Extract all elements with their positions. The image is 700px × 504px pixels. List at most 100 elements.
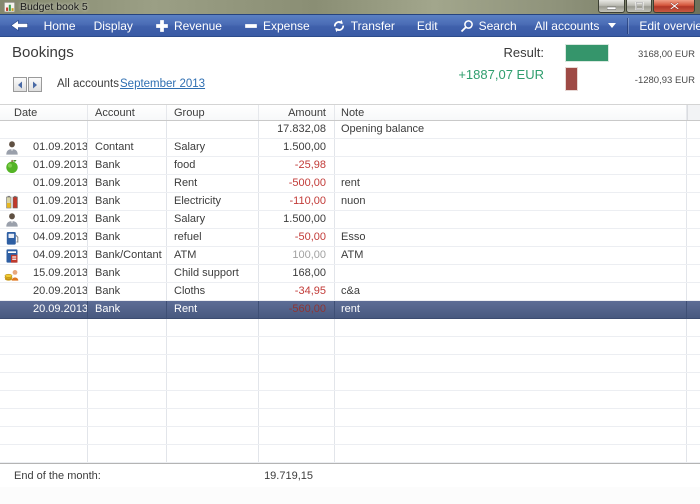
cell-note: c&a (335, 283, 687, 300)
cell-filler (687, 121, 700, 138)
column-header-amount[interactable]: Amount (259, 105, 335, 120)
period-nav (13, 77, 43, 92)
edit-overview-button[interactable]: Edit overview (630, 15, 700, 36)
cell-filler (687, 337, 700, 354)
date-text: 01.09.2013 (33, 193, 88, 210)
cell-note (335, 157, 687, 174)
cell-group (167, 337, 259, 354)
table-row-empty[interactable] (0, 355, 700, 373)
table-row[interactable]: 01.09.2013BankRent-500,00rent (0, 175, 700, 193)
cell-date: 01.09.2013 (0, 175, 88, 192)
no-icon (4, 410, 20, 426)
next-period-button[interactable] (28, 77, 42, 92)
cell-note: Opening balance (335, 121, 687, 138)
toolbar-home[interactable]: Home (35, 15, 85, 36)
toolbar-right-group: All accounts Edit overview (526, 15, 700, 36)
table-body: 17.832,08Opening balance01.09.2013Contan… (0, 121, 700, 463)
column-header-note[interactable]: Note (335, 105, 687, 120)
table-row-empty[interactable] (0, 427, 700, 445)
date-text: 20.09.2013 (33, 283, 88, 300)
cell-account: Contant (88, 139, 167, 156)
table-row-empty[interactable] (0, 409, 700, 427)
table-row[interactable]: 01.09.2013BankElectricity-110,00nuon (0, 193, 700, 211)
toolbar-revenue[interactable]: Revenue (146, 15, 231, 36)
toolbar-expense[interactable]: Expense (235, 15, 319, 36)
table-row-empty[interactable] (0, 445, 700, 463)
account-filter-label: All accounts (57, 78, 119, 90)
minimize-button[interactable] (598, 0, 625, 13)
table-row[interactable]: 04.09.2013Bank/ContantATM100,00ATM (0, 247, 700, 265)
cell-group (167, 319, 259, 336)
previous-period-button[interactable] (13, 77, 27, 92)
table-row[interactable]: 15.09.2013BankChild support168,00 (0, 265, 700, 283)
date-text: 20.09.2013 (33, 301, 88, 318)
cell-filler (687, 211, 700, 228)
cell-date: 20.09.2013 (0, 283, 88, 300)
cell-date (0, 121, 88, 138)
cell-filler (687, 229, 700, 246)
edit-overview-label: Edit overview (639, 19, 700, 33)
table-row[interactable]: 01.09.2013ContantSalary1.500,00 (0, 139, 700, 157)
cell-group (167, 445, 259, 462)
no-icon (4, 320, 20, 336)
toolbar-display[interactable]: Display (85, 15, 142, 36)
column-header-account[interactable]: Account (88, 105, 167, 120)
table-row-empty[interactable] (0, 337, 700, 355)
cell-amount: 1.500,00 (259, 211, 335, 228)
cell-date: 15.09.2013 (0, 265, 88, 282)
table-row[interactable]: 17.832,08Opening balance (0, 121, 700, 139)
close-button[interactable] (653, 0, 695, 13)
no-icon (4, 392, 20, 408)
table-row-empty[interactable] (0, 373, 700, 391)
table-row-selected[interactable]: 20.09.2013BankRent-560,00rent (0, 301, 700, 319)
cell-filler (687, 193, 700, 210)
cell-filler (687, 265, 700, 282)
toolbar-transfer[interactable]: Transfer (323, 15, 404, 36)
cell-note: ATM (335, 247, 687, 264)
table-row[interactable]: 01.09.2013BankSalary1.500,00 (0, 211, 700, 229)
table-row-empty[interactable] (0, 391, 700, 409)
cell-note (335, 355, 687, 372)
table-row[interactable]: 01.09.2013Bankfood-25,98 (0, 157, 700, 175)
back-icon[interactable] (10, 19, 29, 32)
cell-filler (687, 409, 700, 426)
window-title: Budget book 5 (20, 1, 88, 13)
cell-account (88, 391, 167, 408)
cell-date (0, 409, 88, 426)
date-text: 01.09.2013 (33, 157, 88, 174)
window-controls (597, 0, 695, 13)
cell-amount (259, 427, 335, 444)
cell-note: Esso (335, 229, 687, 246)
maximize-button[interactable] (626, 0, 652, 13)
period-link[interactable]: September 2013 (120, 78, 205, 90)
date-text: 01.09.2013 (33, 175, 88, 192)
cell-group: refuel (167, 229, 259, 246)
table-row[interactable]: 20.09.2013BankCloths-34,95c&a (0, 283, 700, 301)
fuel-icon (4, 230, 20, 246)
cell-group: food (167, 157, 259, 174)
toolbar-edit[interactable]: Edit (408, 15, 447, 36)
cell-date (0, 373, 88, 390)
cell-filler (687, 283, 700, 300)
column-header-group[interactable]: Group (167, 105, 259, 120)
toolbar-separator (627, 18, 628, 34)
table-row-empty[interactable] (0, 319, 700, 337)
accounts-dropdown[interactable]: All accounts (526, 15, 626, 36)
no-icon (4, 122, 20, 138)
cell-group (167, 427, 259, 444)
title-bar: Budget book 5 (0, 0, 700, 14)
cell-date: 04.09.2013 (0, 247, 88, 264)
table-row[interactable]: 04.09.2013Bankrefuel-50,00Esso (0, 229, 700, 247)
no-icon (4, 446, 20, 462)
cell-amount (259, 373, 335, 390)
person-icon (4, 212, 20, 228)
cell-date (0, 427, 88, 444)
cell-amount (259, 391, 335, 408)
cell-group (167, 391, 259, 408)
expense-bar (565, 67, 578, 91)
cell-note: rent (335, 175, 687, 192)
column-header-date[interactable]: Date (0, 105, 88, 120)
toolbar-search[interactable]: Search (451, 15, 526, 36)
cell-note (335, 409, 687, 426)
cell-account: Bank (88, 283, 167, 300)
